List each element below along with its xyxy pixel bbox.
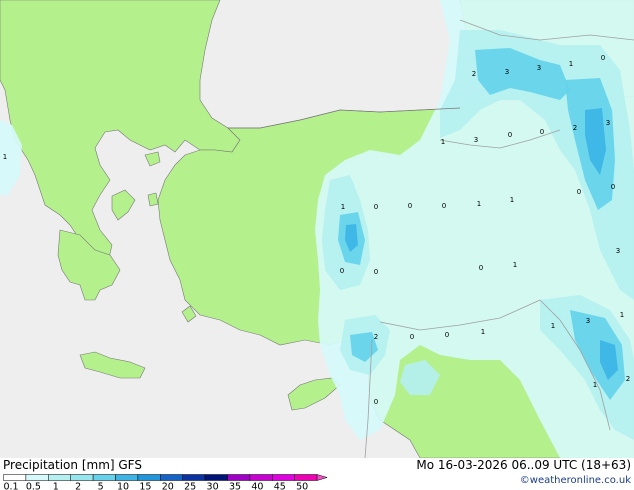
color-scale-arrow <box>316 474 328 481</box>
contour-label: 2 <box>472 70 476 78</box>
color-scale-swatch <box>48 474 71 481</box>
contour-label: 0 <box>611 183 615 191</box>
contour-label: 0 <box>408 202 412 210</box>
contour-label: 0 <box>577 188 581 196</box>
precipitation-map: 2 3 3 1 0 1 3 0 0 2 3 1 1 0 0 0 1 1 0 0 0 0 0 1 3 1 3 1 2 0 0 1 1 2 0 <box>0 0 634 458</box>
contour-label: 3 <box>505 68 509 76</box>
color-scale-tick: 0.5 <box>26 482 41 490</box>
color-scale-swatch <box>160 474 183 481</box>
contour-label: 1 <box>3 153 7 161</box>
color-scale-tick: 1 <box>53 482 59 490</box>
contour-label: 1 <box>593 381 597 389</box>
color-scale-tick: 30 <box>207 482 219 490</box>
color-scale-swatch <box>272 474 295 481</box>
contour-label: 0 <box>374 398 378 406</box>
contour-label: 0 <box>374 203 378 211</box>
contour-label: 0 <box>340 267 344 275</box>
contour-label: 1 <box>481 328 485 336</box>
contour-label: 1 <box>513 261 517 269</box>
contour-label: 3 <box>616 247 620 255</box>
valid-time: Mo 16-03-2026 06..09 UTC (18+63) <box>416 458 631 472</box>
color-scale-tick: 5 <box>98 482 104 490</box>
legend-title: Precipitation [mm] GFS <box>3 458 142 472</box>
contour-label: 1 <box>569 60 573 68</box>
contour-label: 0 <box>410 333 414 341</box>
color-scale-swatch <box>137 474 161 481</box>
color-scale-tick: 50 <box>296 482 308 490</box>
color-scale-tick: 10 <box>117 482 129 490</box>
credit-link[interactable]: ©weatheronline.co.uk <box>520 475 631 486</box>
color-scale-swatch <box>92 474 116 481</box>
color-scale-tick: 40 <box>251 482 263 490</box>
color-scale-swatch <box>294 474 318 481</box>
contour-label: 3 <box>474 136 478 144</box>
contour-label: 0 <box>445 331 449 339</box>
contour-label: 2 <box>374 333 378 341</box>
color-scale: 0.1 0.5 1 2 5 10 15 20 25 30 35 40 45 50 <box>3 474 328 490</box>
contour-label: 1 <box>551 322 555 330</box>
color-scale-tick: 15 <box>139 482 151 490</box>
legend-footer: Precipitation [mm] GFS Mo 16-03-2026 06.… <box>0 458 634 490</box>
contour-label: 0 <box>442 202 446 210</box>
color-scale-swatch <box>249 474 273 481</box>
color-scale-swatch <box>3 474 27 481</box>
contour-label: 3 <box>537 64 541 72</box>
contour-label: 0 <box>479 264 483 272</box>
contour-label: 1 <box>620 311 624 319</box>
contour-label: 0 <box>508 131 512 139</box>
color-scale-swatch <box>115 474 139 481</box>
contour-label: 2 <box>573 124 577 132</box>
contour-label: 1 <box>441 138 445 146</box>
contour-label: 0 <box>601 54 605 62</box>
color-scale-swatch <box>227 474 251 481</box>
contour-label: 3 <box>586 317 590 325</box>
contour-label: 2 <box>626 375 630 383</box>
color-scale-tick: 2 <box>75 482 81 490</box>
color-scale-tick: 35 <box>229 482 241 490</box>
contour-label: 1 <box>341 203 345 211</box>
color-scale-swatch <box>204 474 228 481</box>
color-scale-tick: 20 <box>162 482 174 490</box>
contour-label: 1 <box>510 196 514 204</box>
color-scale-tick: 45 <box>274 482 286 490</box>
color-scale-tick: 0.1 <box>3 482 18 490</box>
land-chios <box>147 192 159 207</box>
contour-label: 0 <box>374 268 378 276</box>
color-scale-swatch <box>70 474 94 481</box>
contour-label: 3 <box>606 119 610 127</box>
color-scale-tick: 25 <box>184 482 196 490</box>
contour-label: 0 <box>540 128 544 136</box>
contour-label: 1 <box>477 200 481 208</box>
color-scale-swatch <box>182 474 206 481</box>
color-scale-swatch <box>25 474 49 481</box>
